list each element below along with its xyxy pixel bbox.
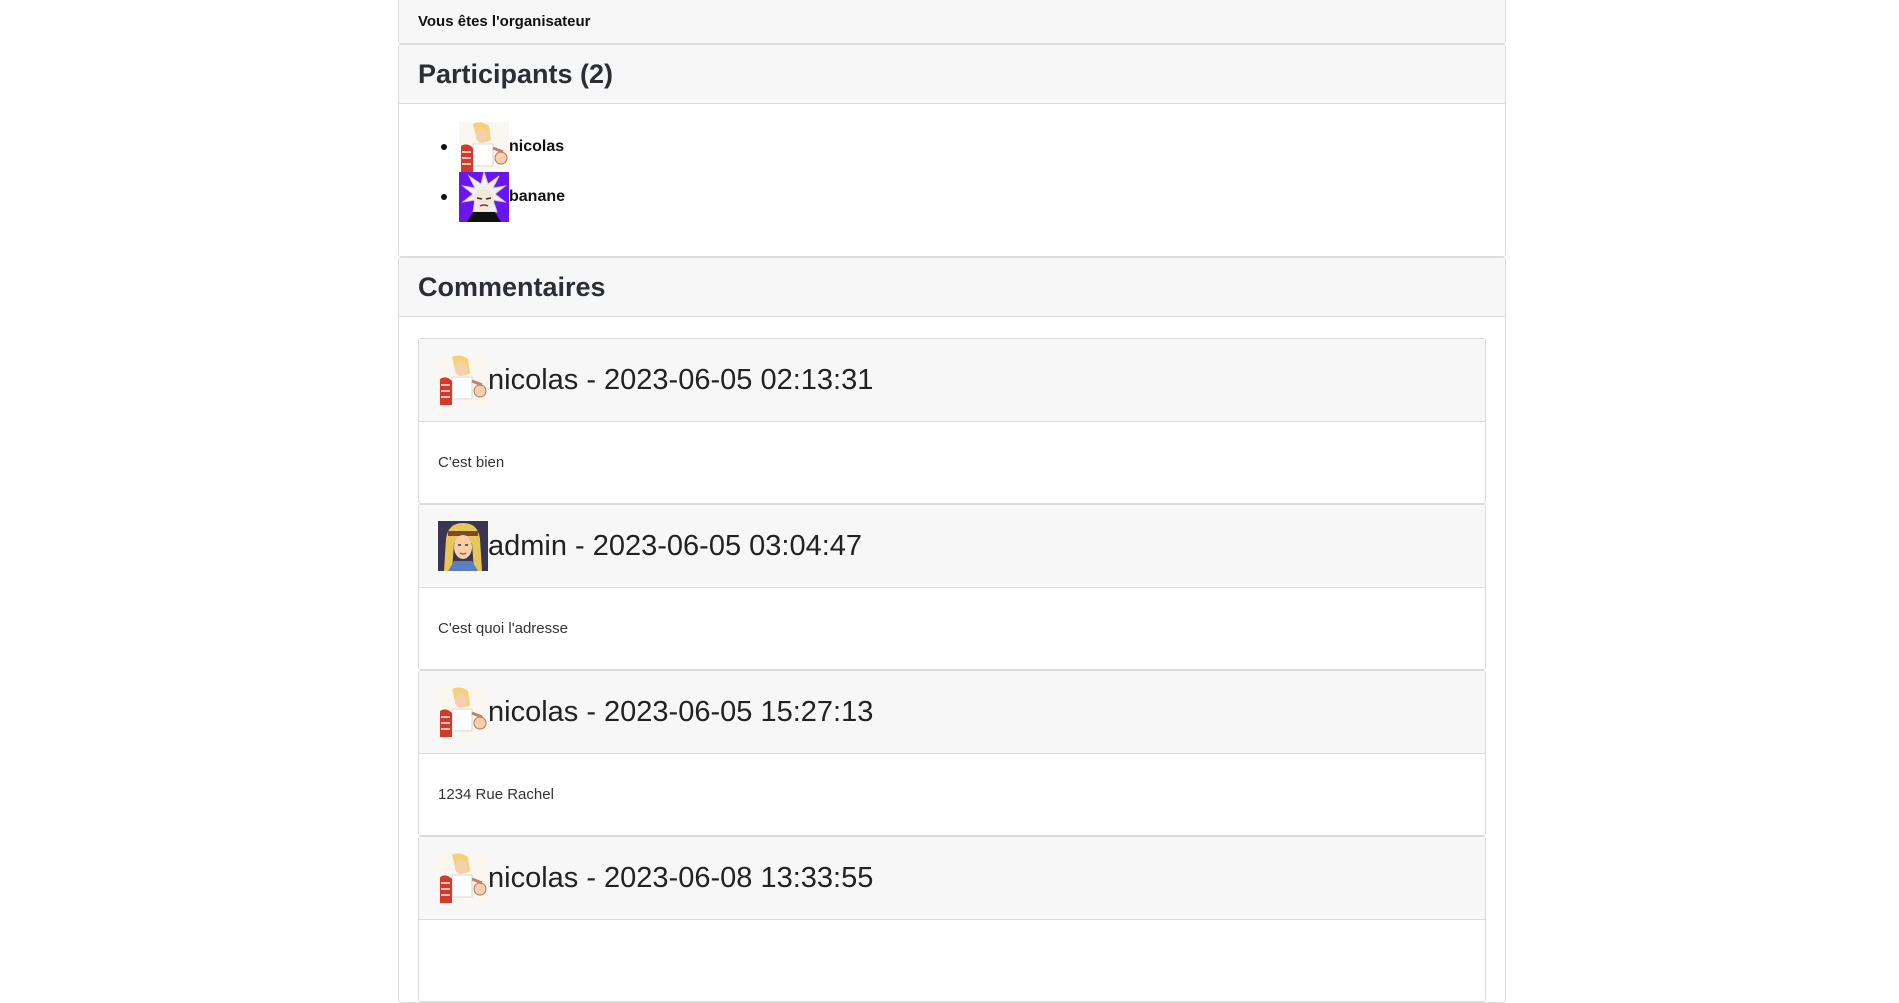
comment-heading: nicolas - 2023-06-05 15:27:13 (488, 695, 874, 728)
comment-text: 1234 Rue Rachel (438, 786, 554, 803)
participants-panel: Participants (2) nicolas banane (398, 44, 1506, 257)
comment-card: nicolas - 2023-06-08 13:33:55 (418, 836, 1486, 1002)
comments-list: nicolas - 2023-06-05 02:13:31 C'est bien… (399, 317, 1505, 1002)
comment-card: nicolas - 2023-06-05 02:13:31 C'est bien (418, 338, 1486, 504)
participant-item-nicolas: nicolas (441, 122, 1486, 172)
avatar (438, 521, 488, 571)
avatar (438, 853, 488, 903)
comment-card: admin - 2023-06-05 03:04:47 C'est quoi l… (418, 504, 1486, 670)
comment-heading: admin - 2023-06-05 03:04:47 (488, 529, 863, 562)
comment-header: nicolas - 2023-06-05 15:27:13 (419, 671, 1485, 754)
avatar (438, 687, 488, 737)
avatar (438, 355, 488, 405)
comment-header: nicolas - 2023-06-08 13:33:55 (419, 837, 1485, 920)
comment-heading: nicolas - 2023-06-08 13:33:55 (488, 861, 874, 894)
comment-header: nicolas - 2023-06-05 02:13:31 (419, 339, 1485, 422)
comment-card: nicolas - 2023-06-05 15:27:13 1234 Rue R… (418, 670, 1486, 836)
comment-text: C'est quoi l'adresse (438, 620, 568, 637)
comments-panel: Commentaires nicolas - 2023-06-05 02:13:… (398, 257, 1506, 1003)
comments-title: Commentaires (399, 258, 1505, 317)
comment-header: admin - 2023-06-05 03:04:47 (419, 505, 1485, 588)
participants-list: nicolas banane (418, 122, 1486, 222)
comment-text (419, 920, 1485, 1001)
organizer-notice: Vous êtes l'organisateur (399, 0, 1505, 43)
participants-body: nicolas banane (399, 104, 1505, 256)
page-container: Vous êtes l'organisateur Participants (2… (398, 0, 1506, 1003)
comment-text: C'est bien (438, 454, 505, 471)
comment-heading: nicolas - 2023-06-05 02:13:31 (488, 363, 874, 396)
participant-item-banane: banane (441, 172, 1486, 222)
participant-name: nicolas (509, 138, 565, 155)
participant-name: banane (509, 188, 566, 205)
avatar (459, 122, 509, 172)
avatar (459, 172, 509, 222)
participants-title: Participants (2) (399, 45, 1505, 104)
organizer-panel: Vous êtes l'organisateur (398, 0, 1506, 44)
